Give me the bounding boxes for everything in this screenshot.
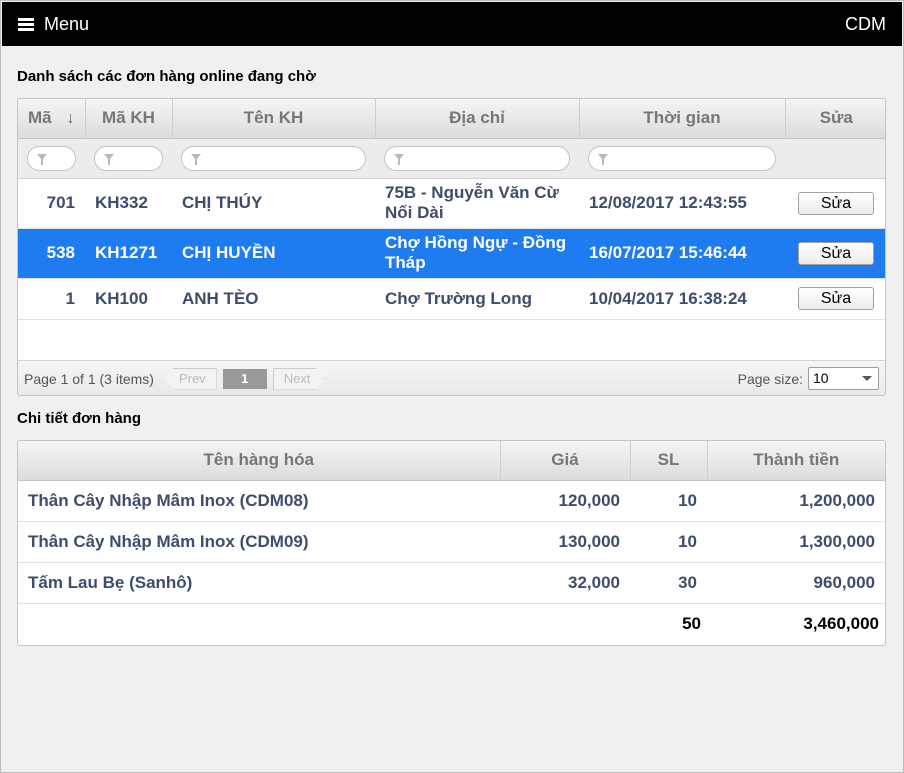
detail-row: Thân Cây Nhập Mâm Inox (CDM08) 120,000 1… [18,480,885,522]
filter-icon [104,153,114,165]
product-amount: 1,300,000 [707,521,885,563]
edit-button[interactable]: Sửa [798,241,874,265]
detail-row: Tấm Lau Bẹ (Sanhô) 32,000 30 960,000 [18,562,885,604]
empty-row [18,319,885,361]
pager-info: Page 1 of 1 (3 items) [24,370,154,387]
menu-label: Menu [44,13,90,34]
column-header-time[interactable]: Thời gian [579,99,786,139]
product-qty: 10 [630,480,707,522]
order-time: 12/08/2017 12:43:55 [579,178,785,229]
column-header-product-name: Tên hàng hóa [18,441,501,481]
order-id: 701 [18,178,85,229]
total-qty: 50 [682,613,701,633]
column-header-customer-code[interactable]: Mã KH [85,99,173,139]
orders-section-title: Danh sách các đơn hàng online đang chờ [17,68,316,85]
address: 75B - Nguyễn Văn Cừ Nối Dài [375,178,579,229]
customer-code: KH100 [85,278,172,320]
column-header-amount: Thành tiền [707,441,885,481]
menu-button[interactable]: Menu [18,14,89,35]
filter-input-customer-name[interactable] [181,145,366,171]
orders-grid: Mã ↓ Mã KH Tên KH Địa chỉ Thời gian Sửa 7… [17,98,886,396]
order-id: 1 [18,278,85,320]
customer-name: ANH TÈO [172,278,375,320]
customer-name: CHỊ THÚY [172,178,375,229]
details-grid: Tên hàng hóa Giá SL Thành tiền Thân Cây … [17,440,886,646]
totals-row: 50 3,460,000 [18,603,885,644]
column-header-price: Giá [500,441,631,481]
chevron-down-icon [862,376,872,381]
page-size-label: Page size: [737,370,803,387]
filter-input-id[interactable] [27,145,76,171]
product-price: 130,000 [500,521,630,563]
product-price: 120,000 [500,480,630,522]
product-qty: 10 [630,521,707,563]
customer-code: KH332 [85,178,172,229]
edit-button[interactable]: Sửa [798,287,874,310]
top-bar: Menu CDM [2,2,902,46]
brand-label: CDM [845,13,886,34]
product-name: Thân Cây Nhập Mâm Inox (CDM09) [18,521,500,563]
order-row-selected[interactable]: 538 KH1271 CHỊ HUYỀN Chợ Hồng Ngự - Đồng… [18,228,885,279]
filter-icon [598,153,608,165]
pager-next-button[interactable]: Next [273,368,326,390]
pager: Page 1 of 1 (3 items) Prev 1 Next Page s… [18,360,885,395]
product-name: Tấm Lau Bẹ (Sanhô) [18,562,500,604]
column-header-edit: Sửa [785,99,885,139]
address: Chợ Trường Long [375,278,579,320]
address: Chợ Hồng Ngự - Đồng Tháp [375,228,579,279]
column-header-address[interactable]: Địa chỉ [375,99,580,139]
product-qty: 30 [630,562,707,604]
column-header-qty: SL [630,441,708,481]
customer-code: KH1271 [85,228,172,279]
customer-name: CHỊ HUYỀN [172,228,375,279]
product-price: 32,000 [500,562,630,604]
detail-row: Thân Cây Nhập Mâm Inox (CDM09) 130,000 1… [18,521,885,563]
details-section-title: Chi tiết đơn hàng [17,410,141,427]
pager-prev-button[interactable]: Prev [163,367,217,390]
filter-icon [394,153,404,165]
order-time: 16/07/2017 15:46:44 [579,228,785,279]
column-header-customer-name[interactable]: Tên KH [172,99,376,139]
product-amount: 960,000 [707,562,885,604]
filter-icon [37,153,47,165]
column-header-id[interactable]: Mã ↓ [18,99,86,139]
product-name: Thân Cây Nhập Mâm Inox (CDM08) [18,480,500,522]
product-amount: 1,200,000 [707,480,885,522]
page-size: Page size: 10 [738,367,879,390]
sort-down-icon: ↓ [66,110,75,127]
page-size-select[interactable]: 10 [808,367,879,390]
page-size-value: 10 [813,370,829,386]
filter-input-time[interactable] [588,145,776,171]
filter-row [18,138,885,179]
order-row[interactable]: 1 KH100 ANH TÈO Chợ Trường Long 10/04/20… [18,278,885,320]
total-amount: 3,460,000 [803,613,879,633]
filter-input-address[interactable] [384,145,570,171]
edit-button[interactable]: Sửa [798,191,874,215]
order-time: 10/04/2017 16:38:24 [579,278,785,320]
filter-icon [191,153,201,165]
hamburger-icon [18,17,34,31]
order-row[interactable]: 701 KH332 CHỊ THÚY 75B - Nguyễn Văn Cừ N… [18,178,885,229]
order-id: 538 [18,228,85,279]
pager-page-current[interactable]: 1 [222,368,267,389]
filter-input-customer-code[interactable] [94,145,163,171]
